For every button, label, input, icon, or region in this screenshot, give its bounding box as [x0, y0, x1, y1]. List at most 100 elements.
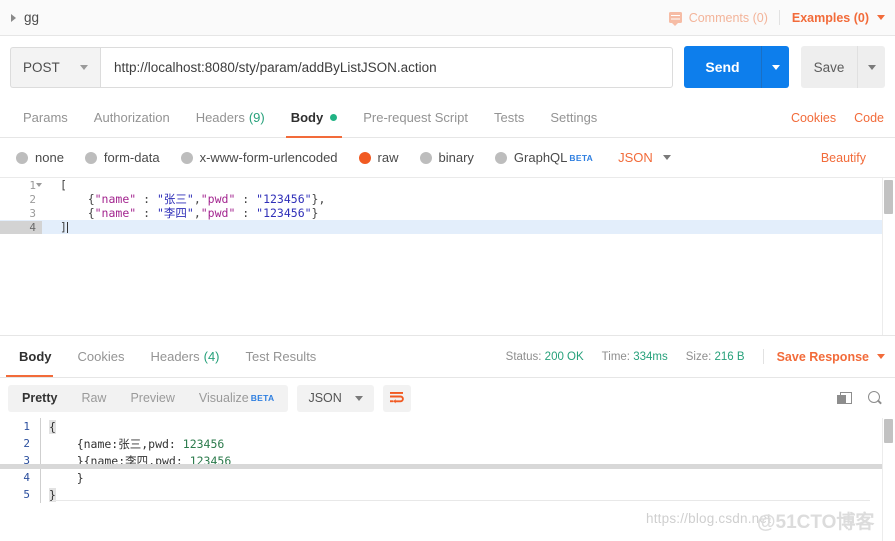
request-editor-scrollbar[interactable] — [882, 178, 895, 335]
tab-params[interactable]: Params — [10, 98, 81, 137]
response-tab-body[interactable]: Body — [6, 336, 65, 377]
radio-icon-selected — [358, 151, 371, 164]
url-value: http://localhost:8080/sty/param/addByLis… — [114, 59, 437, 75]
chevron-down-icon — [662, 155, 671, 160]
chevron-down-icon — [867, 64, 876, 70]
radio-label: raw — [377, 150, 399, 165]
response-tab-test-results[interactable]: Test Results — [233, 336, 330, 377]
comments-label: Comments (0) — [688, 10, 768, 25]
beautify-button[interactable]: Beautify — [812, 151, 875, 165]
radio-binary[interactable]: binary — [419, 150, 474, 165]
copy-icon[interactable] — [837, 391, 852, 405]
request-body-editor[interactable]: 1[2 {"name" : "张三","pwd" : "123456"}, 3 {… — [0, 178, 895, 335]
request-editor-line[interactable]: 3 {"name" : "李四","pwd" : "123456"} — [0, 206, 895, 220]
status-metric: Status: 200 OK — [506, 351, 584, 363]
request-editor-line[interactable]: 2 {"name" : "张三","pwd" : "123456"}, — [0, 192, 895, 206]
status-label: Status: — [505, 350, 542, 363]
tab-label: Settings — [550, 110, 598, 125]
response-meta: Status: 200 OK Time: 334ms Size: 216 B S… — [506, 349, 895, 364]
response-actions — [837, 390, 895, 406]
response-body-line: 1{ — [0, 418, 895, 435]
tab-label: Test Results — [245, 349, 317, 364]
save-options-button[interactable] — [857, 46, 885, 88]
save-button[interactable]: Save — [801, 46, 857, 88]
line-content: } — [49, 470, 84, 485]
tab-label: Cookies — [77, 349, 125, 364]
time-metric: Time: 334ms — [602, 351, 668, 363]
response-tab-headers[interactable]: Headers (4) — [137, 336, 232, 377]
headers-count: (4) — [203, 349, 220, 364]
url-bar: POST http://localhost:8080/sty/param/add… — [0, 36, 895, 98]
request-tabs-links: Cookies Code — [782, 98, 895, 137]
tab-label: Body — [19, 349, 52, 364]
triangle-right-icon[interactable] — [11, 13, 16, 22]
response-language-select[interactable]: JSON — [297, 384, 374, 412]
chevron-down-icon — [877, 354, 885, 359]
radio-label: none — [35, 150, 64, 165]
pill-preview[interactable]: Preview — [118, 385, 186, 412]
response-tab-cookies[interactable]: Cookies — [65, 336, 138, 377]
tab-body[interactable]: Body — [278, 98, 351, 138]
radio-label: form-data — [103, 150, 160, 165]
method-label: POST — [23, 59, 60, 75]
size-value: 216 B — [714, 350, 745, 363]
word-wrap-button[interactable] — [382, 384, 411, 412]
radio-x-www-form-urlencoded[interactable]: x-www-form-urlencoded — [180, 150, 338, 165]
examples-label: Examples (0) — [791, 10, 869, 25]
tab-tests[interactable]: Tests — [481, 98, 537, 137]
word-wrap-icon — [389, 392, 404, 404]
radio-none[interactable]: none — [16, 150, 64, 165]
pill-visualize[interactable]: Visualize BETA — [187, 385, 287, 412]
size-metric: Size: 216 B — [686, 351, 745, 363]
send-button[interactable]: Send — [684, 46, 761, 88]
response-body-line: 2 {name:张三,pwd: 123456 — [0, 435, 895, 452]
send-options-button[interactable] — [761, 46, 789, 88]
response-format-pills: Pretty Raw Preview Visualize BETA — [8, 384, 289, 412]
line-number: 1 — [23, 420, 30, 433]
time-label: Time: — [601, 350, 630, 363]
scrollbar-thumb[interactable] — [884, 419, 893, 443]
body-format-label: JSON — [618, 150, 653, 165]
radio-graphql[interactable]: GraphQL BETA — [494, 150, 593, 165]
line-content: [ — [60, 178, 67, 192]
scrollbar-thumb[interactable] — [884, 180, 893, 214]
method-select[interactable]: POST — [10, 46, 100, 88]
tab-pre-request-script[interactable]: Pre-request Script — [350, 98, 481, 137]
pill-pretty[interactable]: Pretty — [10, 385, 69, 412]
headers-count: (9) — [248, 110, 265, 125]
examples-button[interactable]: Examples (0) — [780, 11, 885, 25]
save-response-button[interactable]: Save Response — [764, 350, 885, 364]
code-link[interactable]: Code — [845, 111, 893, 125]
line-number: 4 — [0, 220, 42, 234]
radio-raw[interactable]: raw — [358, 150, 399, 165]
body-format-select[interactable]: JSON — [618, 150, 671, 165]
cookies-link[interactable]: Cookies — [782, 111, 845, 125]
body-present-dot-icon — [330, 114, 338, 121]
size-label: Size: — [685, 350, 712, 363]
chevron-down-icon — [80, 64, 88, 70]
tab-authorization[interactable]: Authorization — [81, 98, 183, 137]
fold-triangle-icon[interactable] — [36, 183, 42, 187]
radio-icon — [419, 151, 432, 164]
tab-settings[interactable]: Settings — [537, 98, 610, 137]
response-language-label: JSON — [308, 391, 342, 405]
request-name-group[interactable]: gg — [0, 10, 39, 25]
tab-label: Headers — [150, 349, 200, 364]
request-editor-line[interactable]: 4] — [0, 220, 895, 234]
radio-form-data[interactable]: form-data — [84, 150, 160, 165]
line-number: 3 — [29, 206, 36, 220]
tab-label: Headers — [195, 110, 245, 125]
request-editor-line[interactable]: 1[ — [0, 178, 895, 192]
response-scrollbar[interactable] — [882, 418, 895, 541]
url-input[interactable]: http://localhost:8080/sty/param/addByLis… — [100, 46, 673, 88]
tab-label: Pre-request Script — [363, 110, 468, 125]
response-hscrollbar[interactable] — [0, 464, 882, 469]
search-icon[interactable] — [868, 390, 883, 406]
tab-headers[interactable]: Headers (9) — [183, 98, 278, 137]
line-content: ] — [60, 220, 68, 234]
watermark-site-tag: @51CTO博客 — [757, 512, 875, 533]
pill-raw[interactable]: Raw — [69, 385, 118, 412]
comments-button[interactable]: Comments (0) — [668, 10, 779, 26]
line-number: 4 — [23, 471, 30, 484]
response-body-lines: 1{2 {name:张三,pwd: 123456 3 }{name:李四,pwd:… — [0, 418, 895, 503]
